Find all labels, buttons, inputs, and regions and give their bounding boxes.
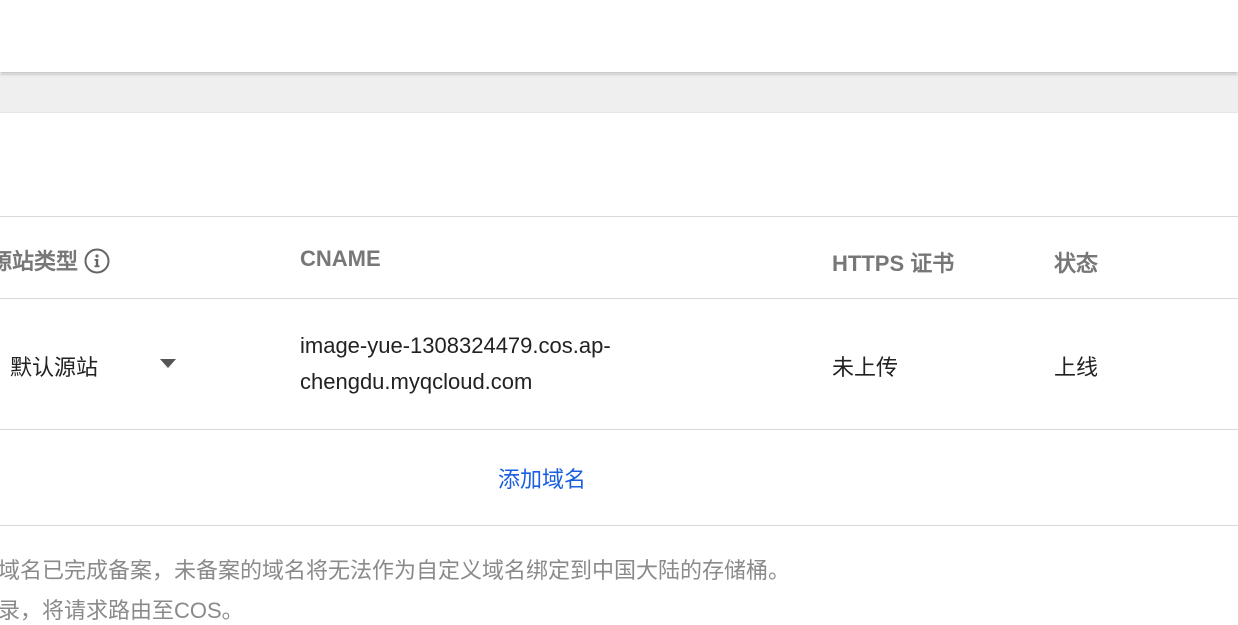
note-line-1: 域名已完成备案，未备案的域名将无法作为自定义域名绑定到中国大陆的存储桶。: [0, 558, 791, 583]
cname-value: image-yue-1308324479.cos.ap- chengdu.myq…: [300, 328, 700, 400]
table-top-border: [0, 216, 1238, 217]
table-header-border: [0, 298, 1238, 299]
column-header-cname: CNAME: [300, 246, 381, 271]
table-row-border: [0, 429, 1238, 430]
top-bar: [0, 0, 1238, 72]
table-bottom-border: [0, 525, 1238, 526]
https-cert-value: 未上传: [832, 355, 899, 380]
section-divider-band: [0, 74, 1238, 113]
column-header-origin-type: 源站类型: [0, 244, 110, 276]
cname-line-1: image-yue-1308324479.cos.ap-: [300, 333, 611, 358]
cname-line-2: chengdu.myqcloud.com: [300, 369, 533, 394]
add-domain-link[interactable]: 添加域名: [498, 462, 586, 494]
status-value: 上线: [1054, 355, 1099, 380]
origin-type-value: 默认源站: [10, 355, 99, 380]
column-header-origin-type-label: 源站类型: [0, 249, 79, 274]
info-icon[interactable]: [84, 248, 110, 274]
column-header-status: 状态: [1054, 251, 1099, 276]
column-header-https-cert: HTTPS 证书: [832, 251, 955, 276]
note-line-2: 录，将请求路由至COS。: [0, 598, 244, 623]
caret-down-icon[interactable]: [160, 359, 176, 368]
